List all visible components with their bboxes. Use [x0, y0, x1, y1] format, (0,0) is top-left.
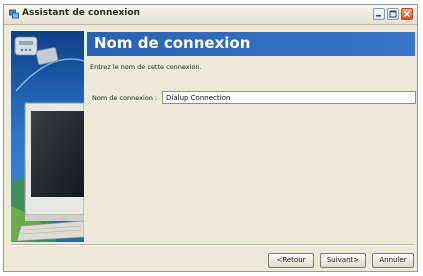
connection-name-label: Nom de connexion : [92, 94, 158, 102]
computer-globe-illustration [11, 31, 84, 242]
next-button[interactable]: Suivant> [320, 253, 366, 268]
window-title: Assistant de connexion [22, 8, 140, 18]
header-banner: Nom de connexion [87, 32, 415, 56]
divider [11, 244, 415, 246]
connection-name-input[interactable] [162, 91, 416, 104]
cancel-button[interactable]: Annuler [372, 253, 414, 268]
maximize-button[interactable] [387, 8, 399, 20]
wizard-side-image [11, 31, 84, 242]
network-wizard-icon [9, 9, 19, 19]
previous-button[interactable]: <Retour [268, 253, 314, 268]
wizard-window: Assistant de connexion Nom de connexion … [3, 4, 418, 272]
page-subtitle: Entrez le nom de cette connexion. [90, 63, 202, 71]
title-bar[interactable]: Assistant de connexion [4, 5, 417, 25]
minimize-icon [376, 15, 381, 17]
close-icon [404, 11, 410, 17]
minimize-button[interactable] [373, 8, 385, 20]
close-button[interactable] [401, 8, 413, 20]
maximize-icon [389, 10, 397, 18]
page-title: Nom de connexion [94, 34, 251, 52]
